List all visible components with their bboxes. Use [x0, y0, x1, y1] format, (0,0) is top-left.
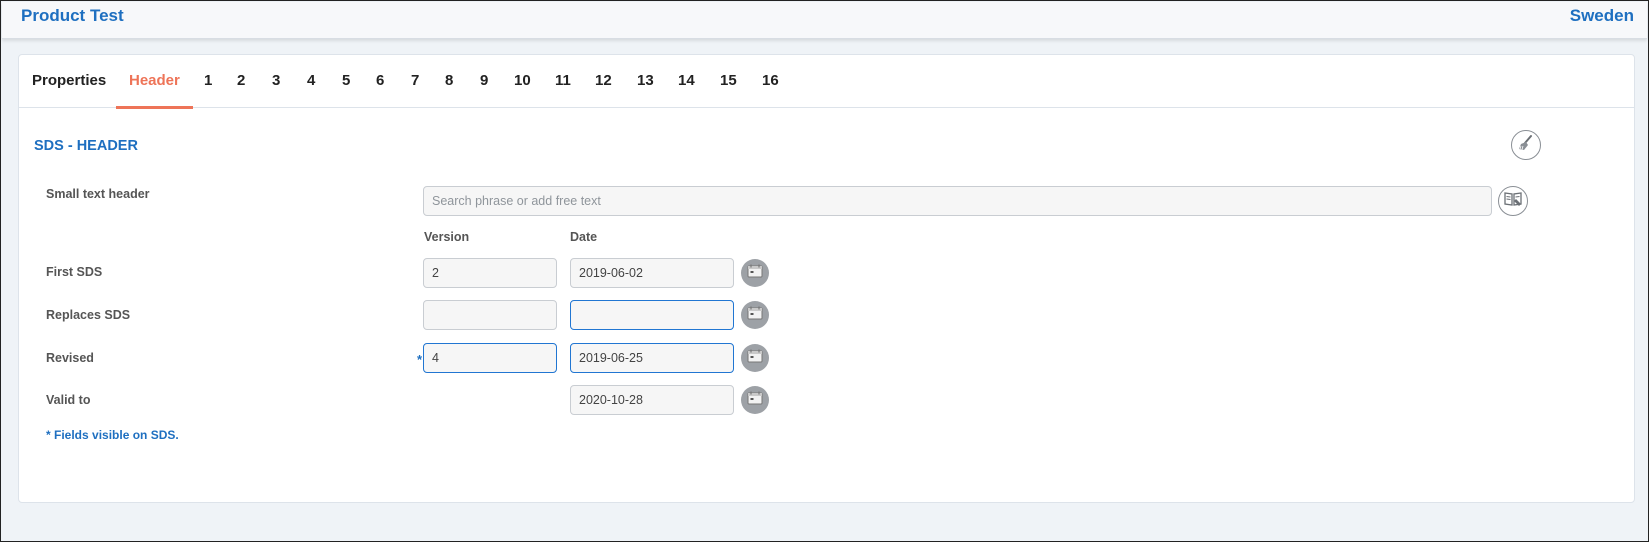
- tab-bar: Properties Header 1 2 3 4 5 6 7 8 9 10 1…: [19, 55, 1634, 109]
- tab-section-9[interactable]: 9: [480, 55, 488, 108]
- first-sds-calendar-button[interactable]: [741, 259, 769, 287]
- tab-header[interactable]: Header: [116, 55, 193, 109]
- tab-section-13[interactable]: 13: [637, 55, 654, 108]
- replaces-sds-date-input[interactable]: [570, 300, 734, 330]
- tab-section-14[interactable]: 14: [678, 55, 695, 108]
- tab-section-6[interactable]: 6: [376, 55, 384, 108]
- tab-section-16[interactable]: 16: [762, 55, 779, 108]
- top-bar: Product Test Sweden: [2, 2, 1647, 39]
- revised-version-input[interactable]: [423, 343, 557, 373]
- calendar-icon: [747, 306, 763, 325]
- broom-icon: [1517, 134, 1535, 157]
- replaces-sds-version-input[interactable]: [423, 300, 557, 330]
- calendar-icon: [747, 349, 763, 368]
- phrase-lookup-button[interactable]: [1498, 186, 1528, 216]
- visibility-footnote: * Fields visible on SDS.: [46, 428, 179, 442]
- product-title[interactable]: Product Test: [21, 6, 124, 26]
- first-sds-version-input[interactable]: [423, 258, 557, 288]
- revised-label: Revised: [46, 351, 94, 365]
- tab-section-3[interactable]: 3: [272, 55, 280, 108]
- tab-section-11[interactable]: 11: [555, 55, 571, 108]
- tab-section-8[interactable]: 8: [445, 55, 453, 108]
- version-column-label: Version: [424, 230, 470, 244]
- tab-section-4[interactable]: 4: [307, 55, 315, 108]
- tab-section-5[interactable]: 5: [342, 55, 350, 108]
- calendar-icon: [747, 264, 763, 283]
- replaces-sds-label: Replaces SDS: [46, 308, 131, 322]
- small-text-header-label: Small text header: [46, 187, 150, 201]
- app-window: Product Test Sweden Properties Header 1 …: [0, 0, 1649, 542]
- tab-properties[interactable]: Properties: [32, 55, 106, 108]
- first-sds-label: First SDS: [46, 265, 103, 279]
- revised-date-input[interactable]: [570, 343, 734, 373]
- valid-to-date-input[interactable]: [570, 385, 734, 415]
- tab-section-1[interactable]: 1: [204, 55, 212, 108]
- tab-section-15[interactable]: 15: [720, 55, 737, 108]
- tab-section-10[interactable]: 10: [514, 55, 531, 108]
- valid-to-calendar-button[interactable]: [741, 386, 769, 414]
- clear-button[interactable]: [1511, 130, 1541, 160]
- tab-section-12[interactable]: 12: [595, 55, 612, 108]
- calendar-icon: [747, 391, 763, 410]
- date-column-label: Date: [570, 230, 598, 244]
- valid-to-label: Valid to: [46, 393, 91, 407]
- revised-calendar-button[interactable]: [741, 344, 769, 372]
- required-marker: *: [417, 352, 423, 367]
- tab-section-2[interactable]: 2: [237, 55, 245, 108]
- book-icon: [1503, 190, 1523, 213]
- section-title: SDS - HEADER: [34, 138, 138, 154]
- replaces-sds-calendar-button[interactable]: [741, 301, 769, 329]
- sds-card: Properties Header 1 2 3 4 5 6 7 8 9 10 1…: [18, 54, 1635, 503]
- tab-section-7[interactable]: 7: [411, 55, 419, 108]
- small-text-header-input[interactable]: [423, 186, 1492, 216]
- first-sds-date-input[interactable]: [570, 258, 734, 288]
- region-label[interactable]: Sweden: [1570, 6, 1634, 26]
